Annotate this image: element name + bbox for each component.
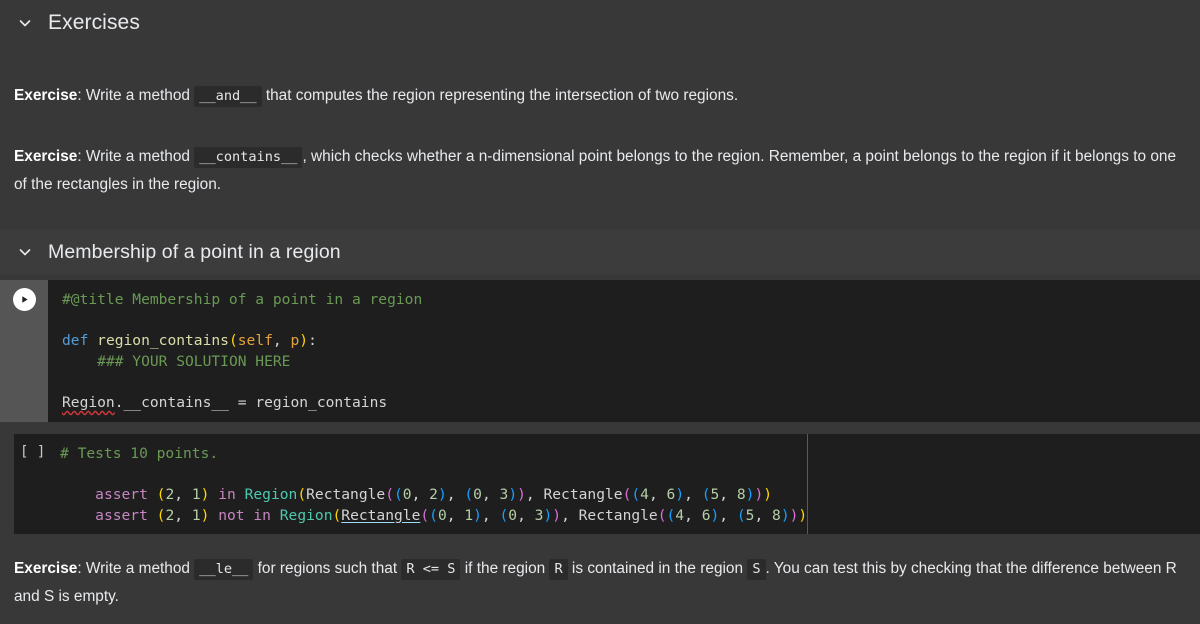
- page-title: Exercises: [48, 11, 140, 34]
- notebook-page: Exercises Exercise: Write a method __and…: [0, 0, 1200, 624]
- inline-code-r: R: [549, 559, 568, 580]
- chevron-down-icon[interactable]: [14, 12, 36, 34]
- exercise-and-label: Exercise: [14, 87, 78, 104]
- exercise-and-text-before: Write a method: [85, 87, 195, 104]
- code-cell-tests-body[interactable]: # Tests 10 points. assert (2, 1) in Regi…: [60, 434, 1200, 534]
- exercise-le-t4: is contained in the region: [567, 560, 748, 577]
- section-title-membership: Membership of a point in a region: [48, 240, 341, 263]
- inline-code-contains: __contains__: [194, 147, 303, 168]
- inline-code-and: __and__: [194, 86, 262, 107]
- code-cell-tests[interactable]: [ ] # Tests 10 points. assert (2, 1) in …: [14, 434, 1200, 534]
- section-header-exercises[interactable]: Exercises: [0, 0, 1200, 46]
- exercise-and-paragraph: Exercise: Write a method __and__ that co…: [0, 82, 1200, 110]
- inline-code-le: __le__: [194, 559, 254, 580]
- exercise-contains-text-before: Write a method: [85, 148, 195, 165]
- inline-code-r-le-s: R <= S: [401, 559, 461, 580]
- play-icon[interactable]: [12, 288, 36, 311]
- code-content-tests: # Tests 10 points. assert (2, 1) in Regi…: [60, 445, 808, 524]
- exercise-le-colon: :: [77, 560, 86, 577]
- exercise-le-paragraph: Exercise: Write a method __le__ for regi…: [0, 555, 1200, 610]
- exercise-le-t2: for regions such that: [253, 560, 402, 577]
- exercise-contains-colon: :: [77, 148, 86, 165]
- column-ruler: [807, 434, 808, 534]
- exercise-and-colon: :: [77, 87, 86, 104]
- section-header-membership[interactable]: Membership of a point in a region: [0, 229, 1200, 275]
- inline-code-s: S: [747, 559, 766, 580]
- code-cell-gutter: [0, 280, 48, 422]
- code-cell-membership[interactable]: #@title Membership of a point in a regio…: [0, 280, 1200, 422]
- exercise-and-text-after: that computes the region representing th…: [261, 87, 739, 104]
- exercise-contains-label: Exercise: [14, 148, 78, 165]
- exercise-le-label: Exercise: [14, 560, 78, 577]
- exercise-le-t1: Write a method: [85, 560, 195, 577]
- code-cell-body[interactable]: #@title Membership of a point in a regio…: [48, 280, 1200, 422]
- chevron-down-icon[interactable]: [14, 241, 36, 263]
- code-content-membership: #@title Membership of a point in a regio…: [62, 291, 423, 411]
- exercise-le-t3: if the region: [460, 560, 550, 577]
- exercise-contains-paragraph: Exercise: Write a method __contains__, w…: [0, 143, 1200, 198]
- execution-indicator[interactable]: [ ]: [14, 434, 60, 534]
